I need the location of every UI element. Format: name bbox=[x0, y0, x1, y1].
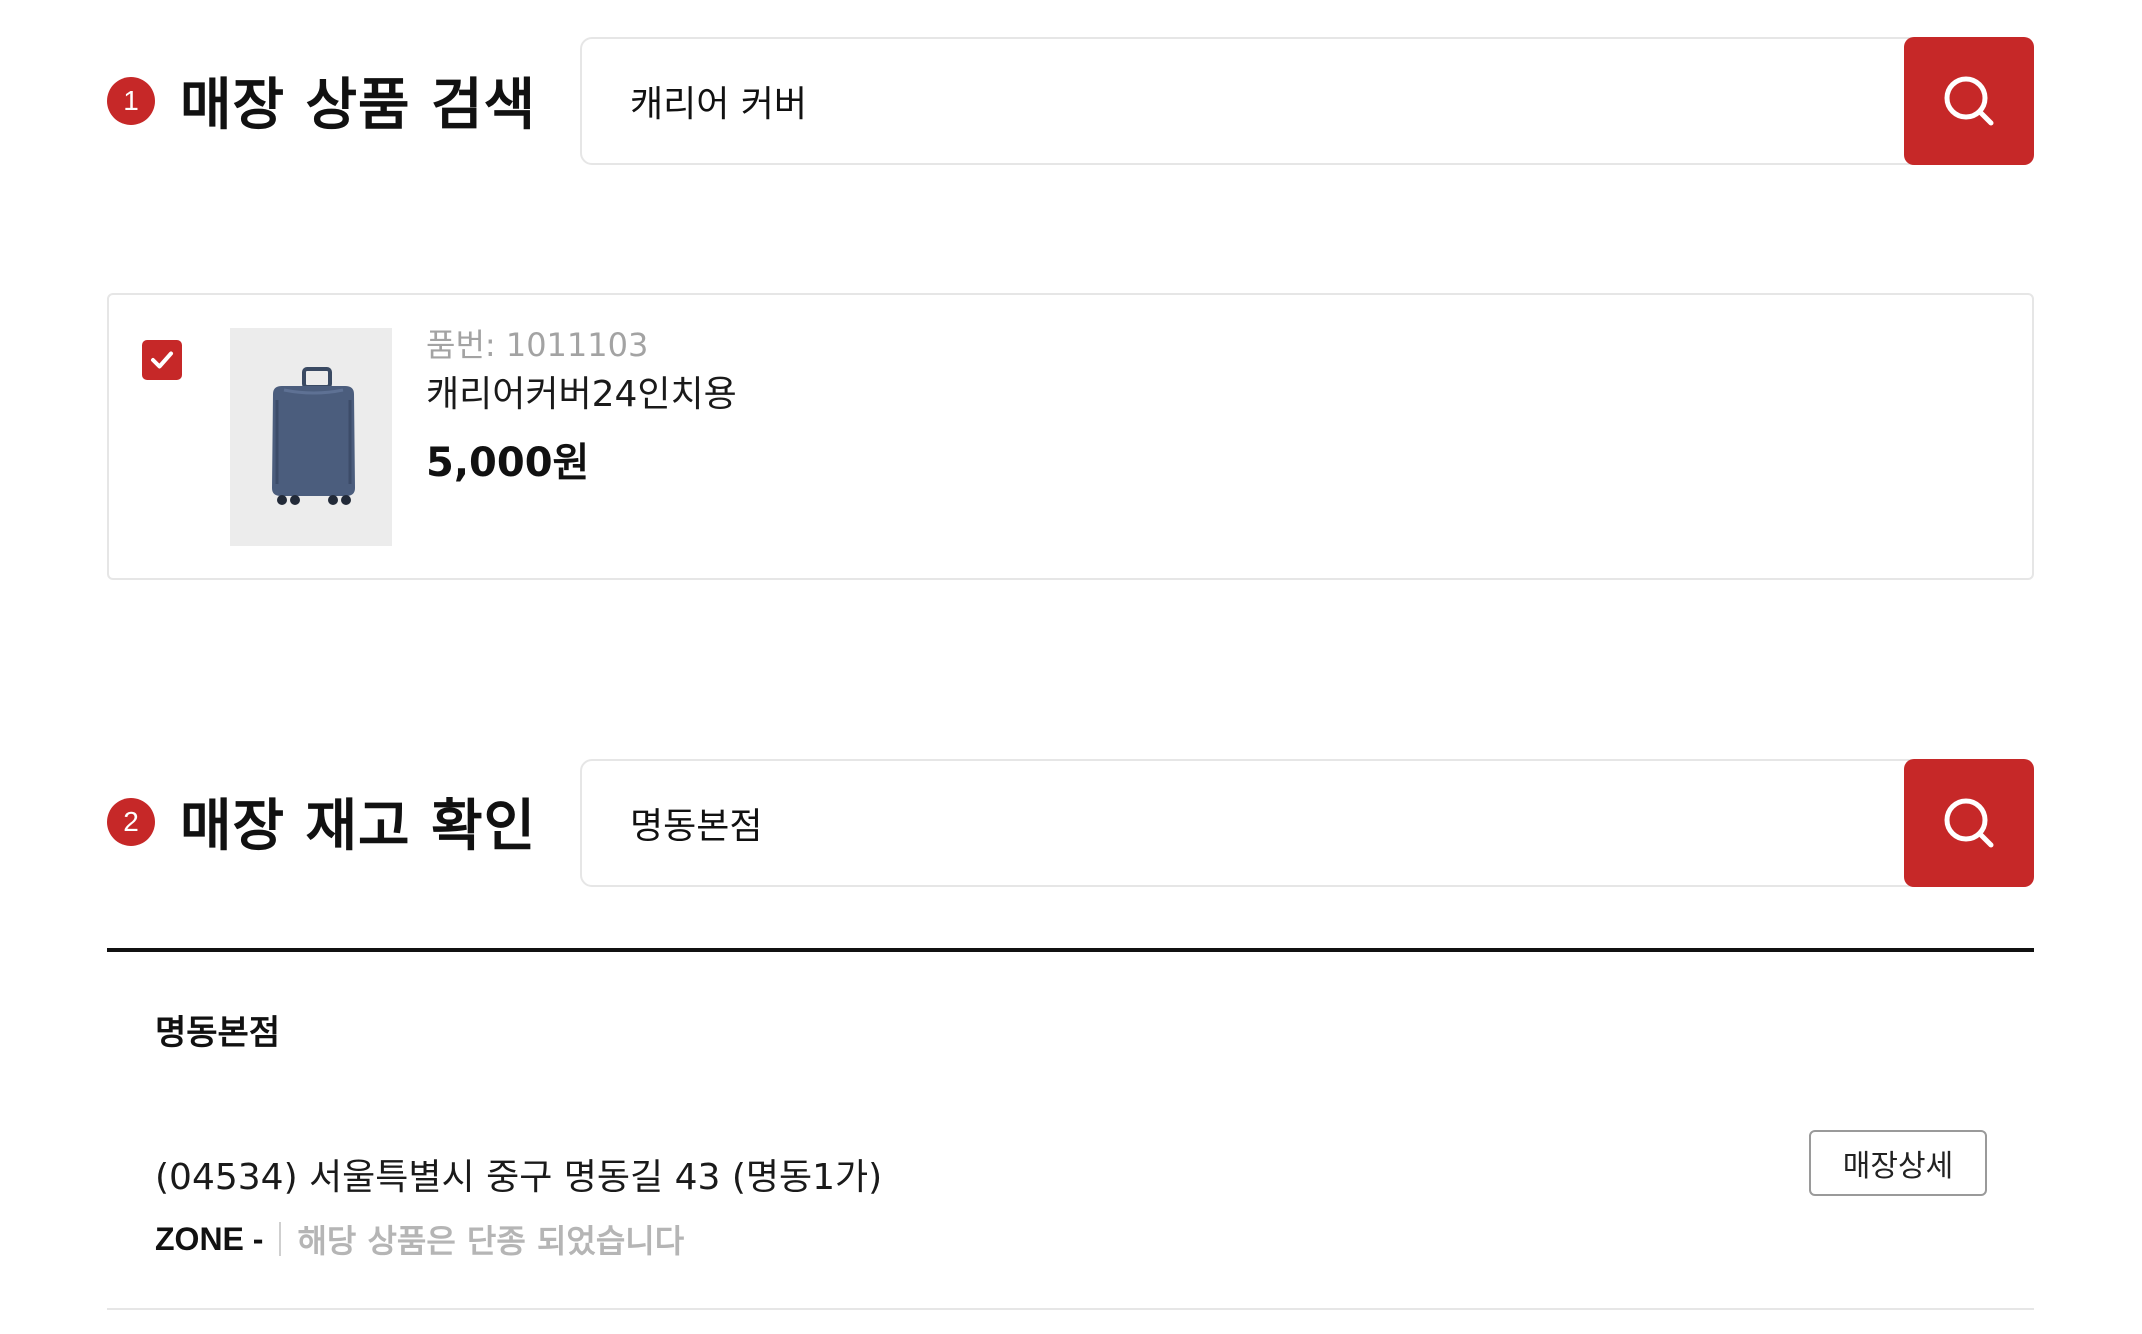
luggage-cover-image bbox=[230, 328, 392, 546]
product-info: 품번: 1011103 캐리어커버24인치용 5,000원 bbox=[426, 325, 737, 487]
product-search-button[interactable] bbox=[1904, 37, 2034, 165]
product-price: 5,000원 bbox=[426, 440, 590, 486]
product-image bbox=[230, 328, 392, 546]
results-divider bbox=[107, 948, 2034, 952]
product-name: 캐리어커버24인치용 bbox=[426, 374, 737, 415]
zone-row: ZONE - 해당 상품은 단종 되었습니다 bbox=[155, 1216, 684, 1262]
section-heading-product-search: 매장 상품 검색 bbox=[180, 73, 537, 138]
discontinued-status: 해당 상품은 단종 되었습니다 bbox=[297, 1222, 685, 1260]
zone-label: ZONE - bbox=[155, 1220, 264, 1257]
zone-separator bbox=[279, 1222, 282, 1256]
product-search-input[interactable] bbox=[630, 39, 1880, 163]
product-sku: 품번: 1011103 bbox=[426, 326, 649, 364]
product-checkbox[interactable] bbox=[142, 340, 182, 380]
section-heading-stock-check: 매장 재고 확인 bbox=[180, 794, 537, 859]
store-address: (04534) 서울특별시 중구 명동길 43 (명동1가) bbox=[155, 1157, 883, 1198]
search-icon bbox=[1944, 798, 1994, 848]
section-title-product-search: 1 매장 상품 검색 bbox=[107, 60, 536, 141]
step-badge-2: 2 bbox=[107, 797, 155, 846]
store-search-input[interactable] bbox=[630, 761, 1880, 885]
product-search-box bbox=[580, 37, 2034, 165]
product-card[interactable]: 품번: 1011103 캐리어커버24인치용 5,000원 bbox=[107, 293, 2034, 580]
section-title-stock-check: 2 매장 재고 확인 bbox=[107, 781, 536, 862]
step-badge-1: 1 bbox=[107, 76, 155, 125]
bottom-divider bbox=[107, 1308, 2034, 1310]
checkmark-icon bbox=[151, 351, 173, 369]
store-detail-button[interactable]: 매장상세 bbox=[1809, 1130, 1987, 1196]
store-search-button[interactable] bbox=[1904, 759, 2034, 887]
store-search-box bbox=[580, 759, 2034, 887]
store-name: 명동본점 bbox=[155, 1013, 281, 1053]
search-icon bbox=[1944, 76, 1994, 126]
